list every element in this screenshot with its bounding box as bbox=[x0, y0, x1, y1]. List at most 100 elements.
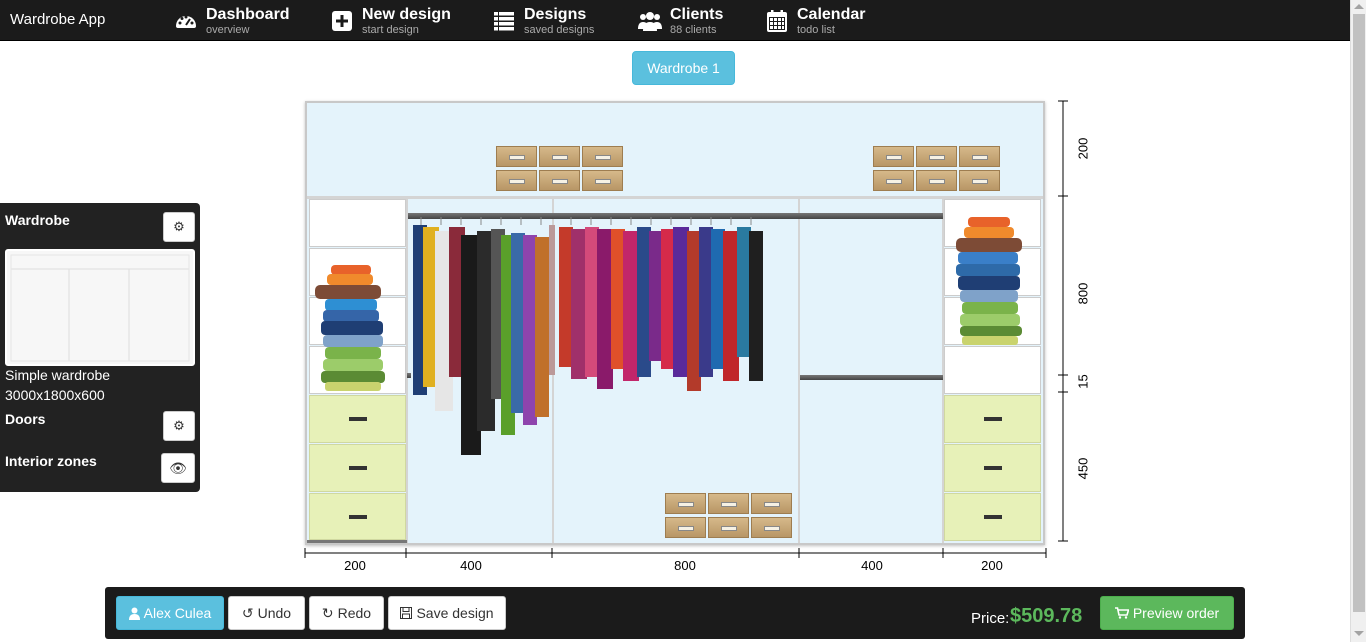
hanging-rail[interactable] bbox=[800, 375, 943, 380]
vertical-divider bbox=[798, 199, 800, 543]
height-label: 450 bbox=[1075, 457, 1091, 480]
width-label: 400 bbox=[861, 558, 883, 573]
plus-square-icon bbox=[332, 11, 352, 31]
price-value: $509.78 bbox=[1010, 605, 1083, 627]
doors-heading: Doors bbox=[5, 411, 46, 427]
undo-icon: ↺ bbox=[241, 604, 254, 621]
storage-box[interactable] bbox=[959, 170, 1000, 191]
wardrobe-canvas[interactable] bbox=[305, 101, 1045, 545]
top-navbar: Wardrobe App Dashboard overview New desi… bbox=[0, 0, 1350, 41]
nav-designs[interactable]: Designs saved designs bbox=[492, 4, 594, 38]
scroll-thumb[interactable] bbox=[1353, 14, 1365, 612]
redo-button-label: Redo bbox=[337, 605, 372, 621]
storage-box[interactable] bbox=[873, 170, 914, 191]
wardrobe-settings-button[interactable]: ⚙ bbox=[163, 212, 195, 242]
nav-dashboard[interactable]: Dashboard overview bbox=[174, 4, 290, 38]
storage-box[interactable] bbox=[665, 493, 706, 514]
folded-clothes-stack bbox=[956, 217, 1022, 345]
page-scrollbar[interactable] bbox=[1350, 0, 1366, 642]
wardrobe-name: Simple wardrobe bbox=[5, 367, 111, 383]
drawer[interactable] bbox=[309, 395, 406, 443]
undo-button-label: Undo bbox=[257, 605, 292, 621]
tab-wardrobe-1[interactable]: Wardrobe 1 bbox=[632, 51, 735, 85]
storage-box[interactable] bbox=[873, 146, 914, 167]
storage-box[interactable] bbox=[496, 170, 537, 191]
storage-box[interactable] bbox=[708, 517, 749, 538]
storage-box[interactable] bbox=[665, 517, 706, 538]
bottom-plinth bbox=[307, 540, 407, 543]
storage-box[interactable] bbox=[751, 493, 792, 514]
doors-settings-button[interactable]: ⚙ bbox=[163, 411, 195, 441]
preview-order-button-label: Preview order bbox=[1132, 605, 1220, 621]
storage-box[interactable] bbox=[708, 493, 749, 514]
height-label: 800 bbox=[1075, 282, 1091, 305]
nav-calendar-label: Calendar bbox=[797, 5, 866, 23]
height-label: 200 bbox=[1075, 137, 1091, 160]
scroll-down-arrow-icon[interactable] bbox=[1354, 631, 1364, 636]
drawer-handle bbox=[348, 417, 367, 421]
storage-box[interactable] bbox=[539, 170, 580, 191]
users-icon bbox=[638, 12, 662, 31]
nav-new-design-sub: start design bbox=[362, 23, 419, 36]
gear-icon: ⚙ bbox=[173, 219, 185, 234]
storage-box[interactable] bbox=[539, 146, 580, 167]
folded-clothes-stack bbox=[315, 265, 385, 391]
vertical-divider bbox=[406, 199, 408, 543]
drawer[interactable] bbox=[944, 395, 1041, 443]
top-shelf-divider bbox=[307, 196, 1043, 199]
user-button-label: Alex Culea bbox=[143, 605, 212, 621]
nav-new-design-label: New design bbox=[362, 5, 451, 23]
wardrobe-thumbnail[interactable] bbox=[5, 249, 195, 366]
calendar-icon bbox=[767, 10, 787, 32]
storage-box[interactable] bbox=[916, 146, 957, 167]
storage-box[interactable] bbox=[959, 146, 1000, 167]
drawer-handle bbox=[983, 466, 1002, 470]
drawer[interactable] bbox=[944, 493, 1041, 541]
shopping-cart-icon bbox=[1114, 607, 1129, 619]
save-design-button[interactable]: Save design bbox=[388, 596, 506, 630]
interior-zones-heading: Interior zones bbox=[5, 453, 97, 469]
undo-button[interactable]: ↺ Undo bbox=[228, 596, 305, 630]
scroll-up-arrow-icon[interactable] bbox=[1354, 4, 1364, 9]
nav-designs-sub: saved designs bbox=[524, 23, 595, 36]
redo-button[interactable]: ↻ Redo bbox=[309, 596, 384, 630]
eye-icon: 👁 bbox=[169, 459, 187, 476]
nav-new-design[interactable]: New design start design bbox=[330, 4, 451, 38]
height-label: 15 bbox=[1075, 374, 1091, 389]
width-label: 800 bbox=[674, 558, 696, 573]
nav-clients-label: Clients bbox=[670, 5, 724, 23]
app-brand[interactable]: Wardrobe App bbox=[10, 11, 105, 28]
save-icon bbox=[400, 607, 413, 619]
drawer[interactable] bbox=[944, 444, 1041, 492]
interior-zones-toggle-button[interactable]: 👁 bbox=[161, 453, 195, 483]
storage-box[interactable] bbox=[916, 170, 957, 191]
user-button[interactable]: Alex Culea bbox=[116, 596, 224, 630]
dashboard-icon bbox=[176, 15, 196, 28]
storage-box[interactable] bbox=[582, 170, 623, 191]
drawer[interactable] bbox=[309, 493, 406, 540]
width-label: 200 bbox=[981, 558, 1003, 573]
hanging-clothes bbox=[413, 217, 763, 455]
preview-order-button[interactable]: Preview order bbox=[1100, 596, 1234, 630]
nav-clients[interactable]: Clients 88 clients bbox=[638, 4, 723, 38]
storage-box[interactable] bbox=[582, 146, 623, 167]
shelf-compartment[interactable] bbox=[309, 199, 406, 247]
bottom-toolbar: Alex Culea ↺ Undo ↻ Redo Save design Pri… bbox=[105, 587, 1245, 639]
save-design-button-label: Save design bbox=[416, 605, 494, 621]
shelf-compartment[interactable] bbox=[944, 346, 1041, 394]
drawer[interactable] bbox=[309, 444, 406, 492]
gear-icon: ⚙ bbox=[173, 418, 185, 433]
wardrobe-size: 3000x1800x600 bbox=[5, 387, 105, 403]
nav-clients-sub: 88 clients bbox=[670, 23, 717, 36]
storage-box[interactable] bbox=[496, 146, 537, 167]
nav-calendar-sub: todo list bbox=[797, 23, 835, 36]
nav-dashboard-sub: overview bbox=[206, 23, 250, 36]
drawer-handle bbox=[348, 514, 367, 519]
redo-icon: ↻ bbox=[321, 604, 334, 621]
storage-box[interactable] bbox=[751, 517, 792, 538]
list-icon bbox=[494, 12, 514, 31]
nav-designs-label: Designs bbox=[524, 5, 587, 23]
wardrobe-thumbnail-drawing bbox=[10, 254, 190, 362]
user-icon bbox=[128, 607, 140, 620]
nav-calendar[interactable]: Calendar todo list bbox=[765, 4, 865, 38]
